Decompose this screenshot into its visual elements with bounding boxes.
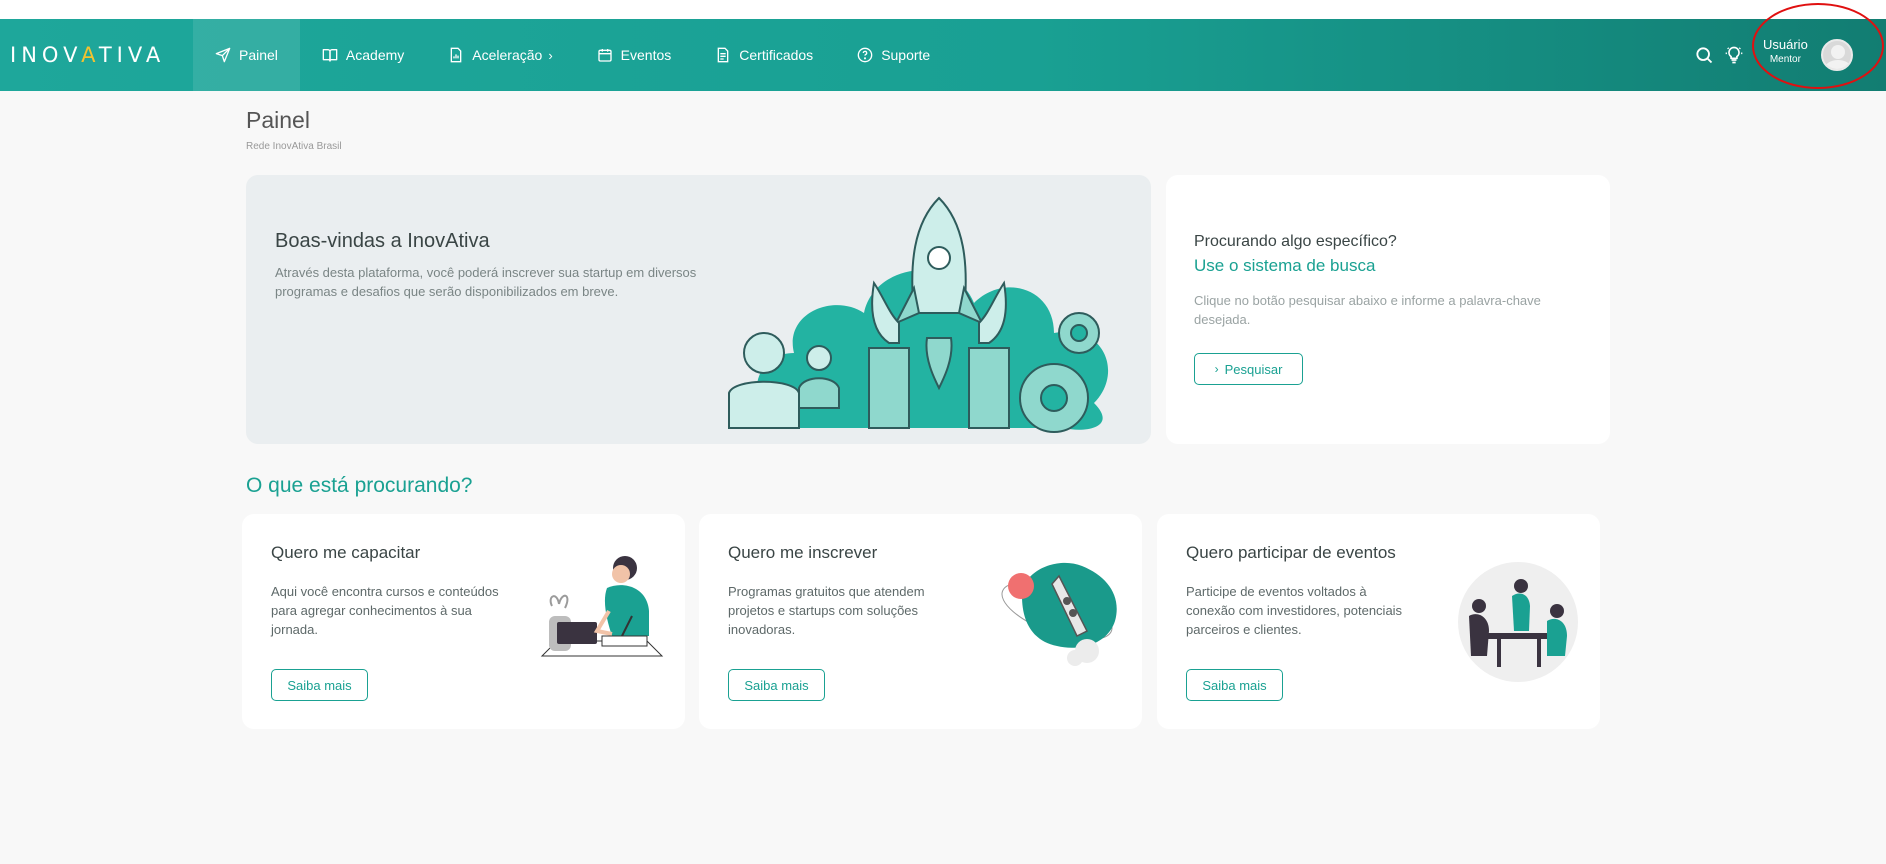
card-eventos: Quero participar de eventos Participe de…	[1157, 514, 1600, 729]
user-role: Mentor	[1769, 54, 1801, 65]
chevron-right-icon: ›	[1214, 362, 1219, 376]
nav-item-label: Aceleração	[472, 47, 543, 63]
chart-doc-icon	[450, 47, 462, 63]
search-card-cta: Use o sistema de busca	[1194, 256, 1376, 275]
nav-item-label: Certificados	[739, 47, 814, 63]
card-inscrever: Quero me inscrever Programas gratuitos q…	[699, 514, 1142, 729]
nav-item-academy[interactable]: Academy	[300, 19, 426, 91]
nav-item-aceleracao[interactable]: Aceleração ›	[426, 19, 574, 91]
top-navbar: INOVATIVA Painel Academy Aceleração › Ev…	[0, 19, 1886, 91]
page-title: Painel	[246, 107, 310, 133]
welcome-title: Boas-vindas a InovAtiva	[275, 230, 490, 252]
saiba-mais-button[interactable]: Saiba mais	[1186, 669, 1283, 701]
rocket-launch-illustration	[728, 196, 1109, 433]
nav-item-painel[interactable]: Painel	[193, 19, 300, 91]
nav-item-eventos[interactable]: Eventos	[575, 19, 694, 91]
pesquisar-button-label: Pesquisar	[1224, 361, 1283, 377]
document-icon	[717, 47, 729, 63]
pesquisar-button[interactable]: › Pesquisar	[1194, 353, 1303, 385]
card-text: Aqui você encontra cursos e conteúdos pa…	[271, 584, 499, 637]
search-card-question: Procurando algo específico?	[1194, 233, 1397, 250]
nav-item-certificados[interactable]: Certificados	[693, 19, 835, 91]
person-studying-illustration	[540, 556, 664, 657]
card-title: Quero participar de eventos	[1186, 543, 1396, 562]
card-capacitar: Quero me capacitar Aqui você encontra cu…	[242, 514, 685, 729]
section-title: O que está procurando?	[246, 474, 473, 497]
avatar[interactable]	[1821, 39, 1853, 71]
people-meeting-illustration	[1458, 562, 1578, 682]
nav-item-label: Painel	[239, 47, 278, 63]
search-card-description: Clique no botão pesquisar abaixo e infor…	[1194, 293, 1541, 327]
nav-item-label: Academy	[345, 47, 405, 63]
search-card: Procurando algo específico? Use o sistem…	[1166, 175, 1610, 444]
rocket-illustration	[1001, 562, 1117, 666]
welcome-text: Através desta plataforma, você poderá in…	[275, 265, 697, 299]
main-nav: Painel Academy Aceleração › Eventos Cert…	[193, 19, 952, 91]
help-circle-icon	[857, 47, 873, 63]
welcome-banner: Boas-vindas a InovAtiva Através desta pl…	[246, 175, 1151, 444]
user-menu[interactable]: Usuário Mentor	[1763, 37, 1808, 65]
saiba-mais-button[interactable]: Saiba mais	[271, 669, 368, 701]
nav-item-label: Suporte	[881, 47, 931, 63]
search-icon[interactable]	[1694, 45, 1714, 65]
calendar-icon	[598, 49, 612, 62]
breadcrumb: Rede InovAtiva Brasil	[246, 141, 342, 152]
user-name: Usuário	[1763, 37, 1808, 52]
lightbulb-icon[interactable]	[1724, 45, 1744, 65]
nav-item-suporte[interactable]: Suporte	[835, 19, 952, 91]
card-text: Participe de eventos voltados à conexão …	[1186, 584, 1403, 637]
book-icon	[322, 49, 338, 62]
saiba-mais-button[interactable]: Saiba mais	[728, 669, 825, 701]
card-text: Programas gratuitos que atendem projetos…	[728, 584, 925, 637]
inovativa-logo[interactable]: INOVATIVA	[10, 43, 165, 67]
card-title: Quero me inscrever	[728, 543, 878, 562]
nav-item-label: Eventos	[620, 47, 672, 63]
top-strip	[0, 0, 1886, 19]
send-icon	[215, 47, 231, 63]
chevron-right-icon: ›	[548, 47, 553, 63]
card-title: Quero me capacitar	[271, 543, 421, 562]
